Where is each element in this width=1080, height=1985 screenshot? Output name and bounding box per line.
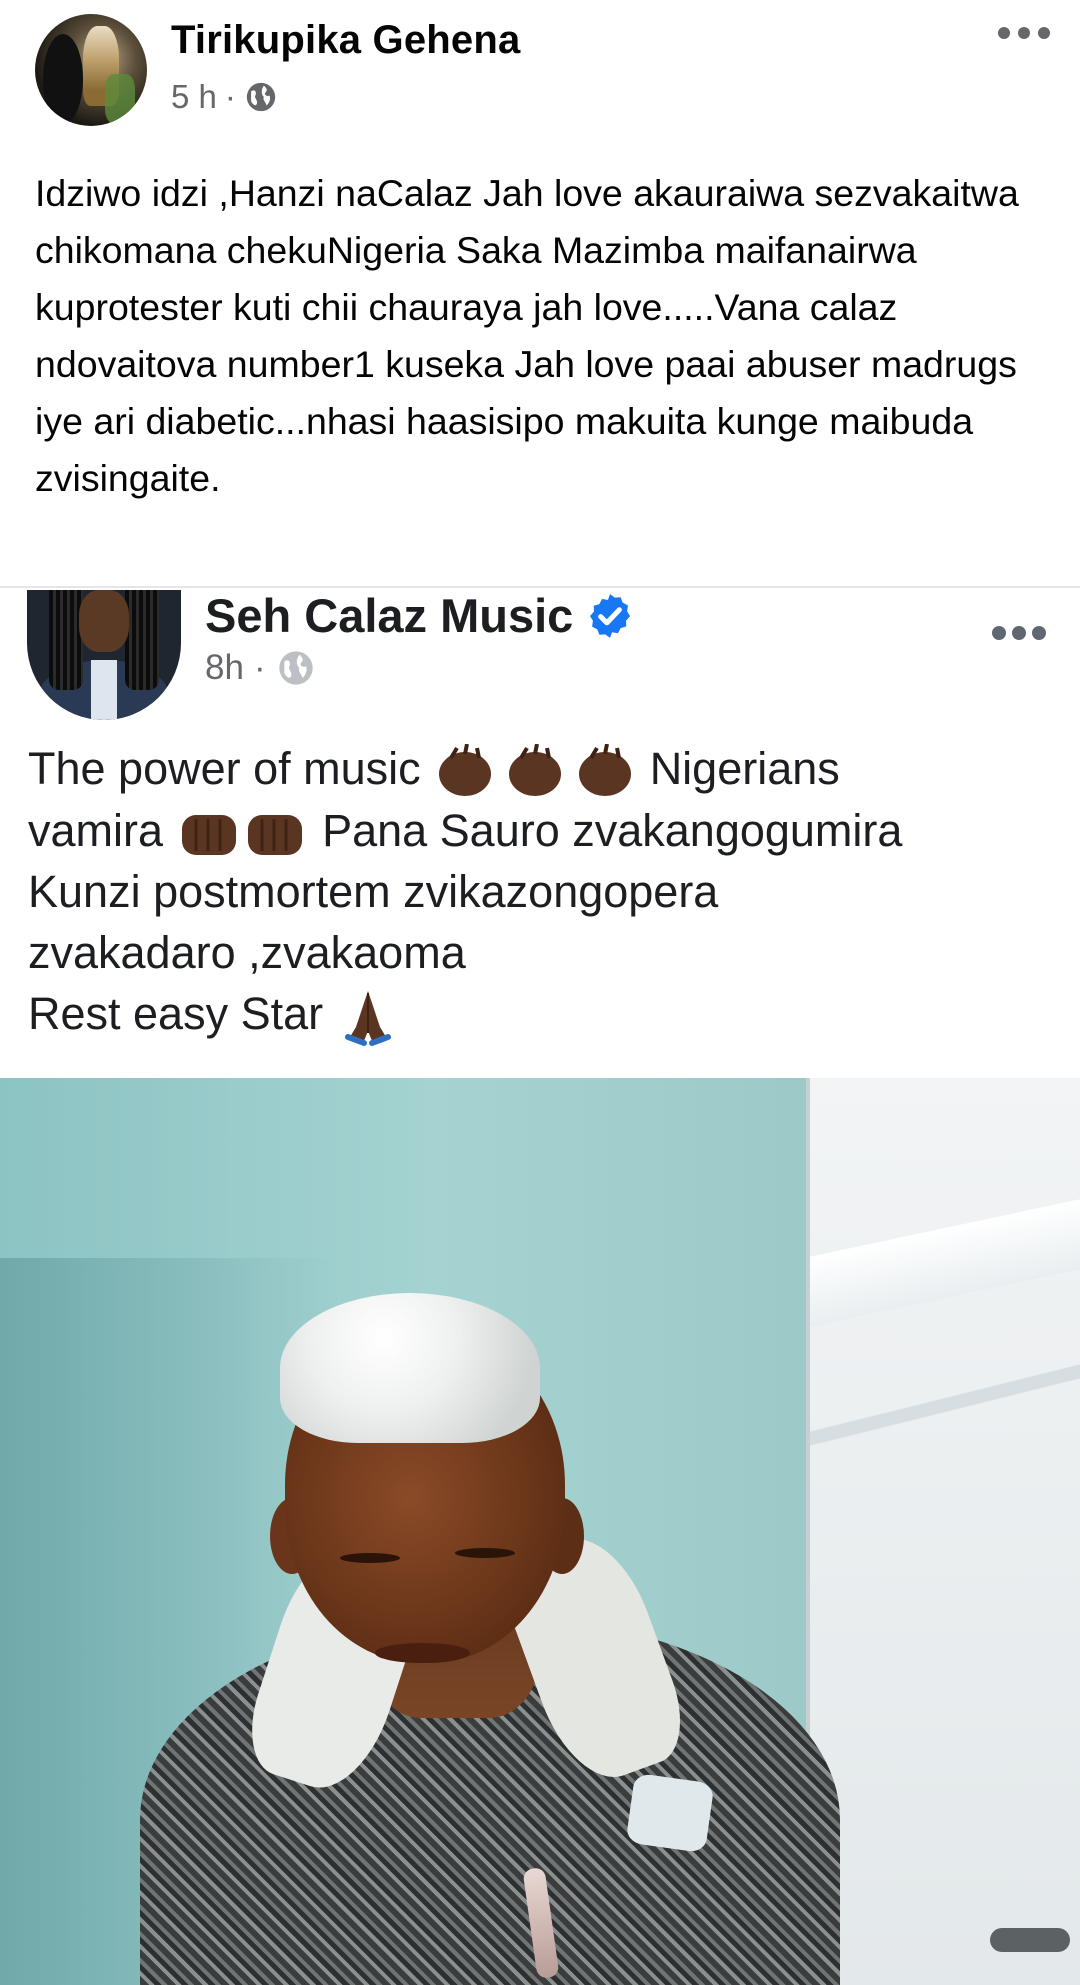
meta-separator: · (253, 648, 266, 687)
globe-icon (246, 82, 276, 112)
text-line-1: The power of music Nigerians (28, 738, 1068, 800)
post-text: Idziwo idzi ,Hanzi naCalaz Jah love akau… (35, 172, 1030, 499)
text-segment: vamira (28, 805, 164, 857)
verified-badge-icon (590, 593, 631, 638)
post-header: Tirikupika Gehena 5 h · (0, 0, 1080, 140)
post-photo[interactable] (0, 1078, 1080, 1985)
text-line-5: Rest easy Star (28, 983, 1068, 1047)
text-segment: Rest easy Star (28, 988, 324, 1040)
page-name: Seh Calaz Music (205, 589, 574, 642)
text-line-4: zvakadaro ,zvakaoma (28, 927, 466, 979)
clapping-hands-emoji (439, 744, 632, 797)
text-line-2: vamira Pana Sauro zvakangogumira (28, 800, 1068, 861)
text-line-3: Kunzi postmortem zvikazongopera (28, 866, 719, 918)
shared-post-time: 8h (205, 648, 244, 687)
oncoming-fist-emoji (181, 815, 302, 856)
page-avatar (27, 590, 181, 720)
more-options-icon[interactable] (998, 18, 1050, 48)
text-segment: The power of music (28, 743, 421, 794)
author-avatar[interactable] (35, 14, 147, 126)
text-segment: Nigerians (649, 743, 840, 794)
folded-hands-emoji (344, 991, 391, 1047)
globe-icon (278, 651, 313, 685)
post-meta: 5 h · (171, 78, 278, 116)
shared-post-meta: 8h · (205, 648, 316, 688)
shared-post-text: The power of music Nigerians vamira Pana… (28, 738, 1068, 1047)
meta-separator: · (224, 78, 236, 115)
door-handle (990, 1928, 1070, 1952)
person-hair (280, 1293, 540, 1443)
text-segment: Pana Sauro zvakangogumira (322, 805, 903, 857)
more-options-icon (992, 624, 1046, 642)
page-name-row: Seh Calaz Music (205, 588, 635, 643)
shared-post-image[interactable]: Seh Calaz Music 8h · The power of music … (0, 588, 1080, 1985)
author-name[interactable]: Tirikupika Gehena (171, 18, 520, 63)
post-time[interactable]: 5 h (171, 78, 217, 116)
